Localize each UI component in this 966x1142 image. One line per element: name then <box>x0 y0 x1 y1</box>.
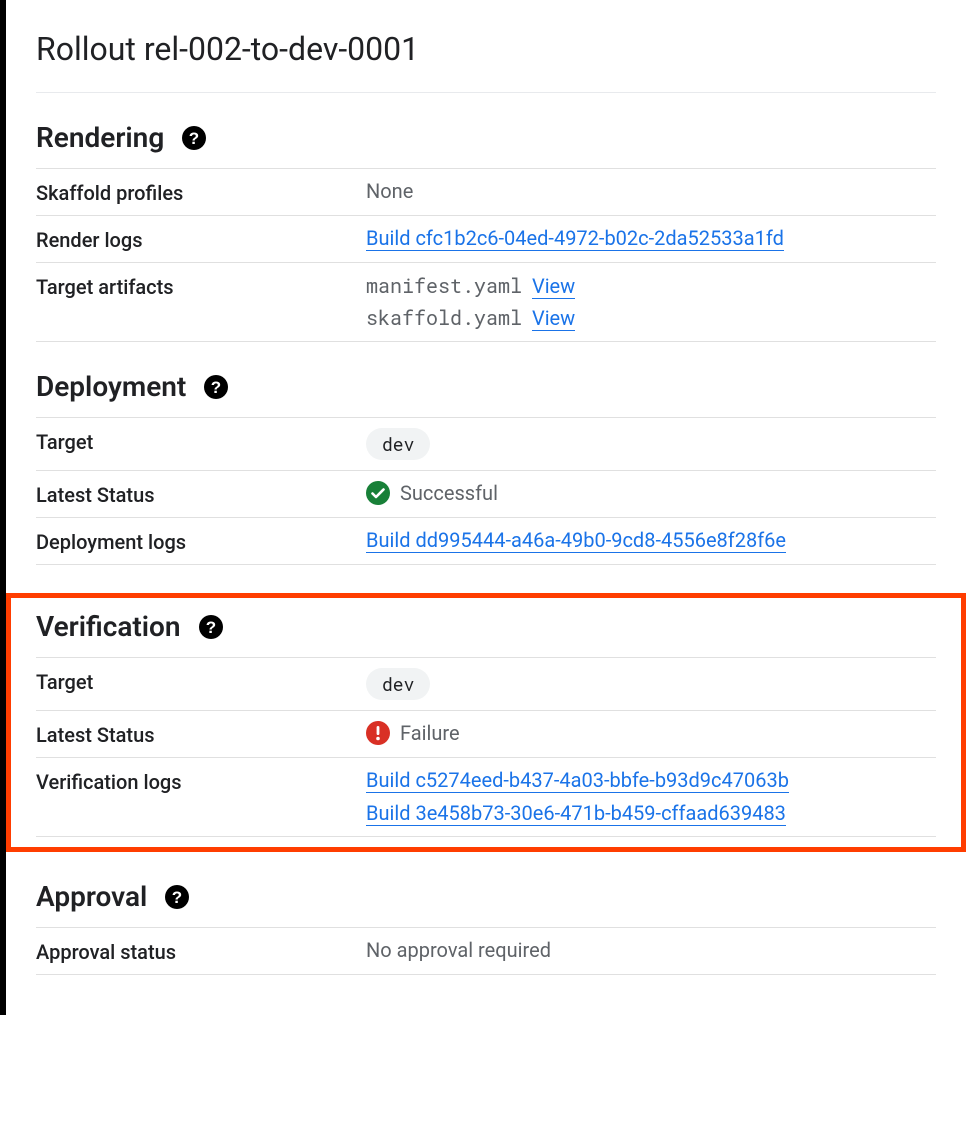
artifact-item: manifest.yaml View <box>366 273 936 299</box>
svg-text:?: ? <box>205 618 215 637</box>
verification-section: Verification ? Target dev Latest Status <box>36 610 936 837</box>
render-logs-label: Render logs <box>36 226 366 252</box>
approval-status-row: Approval status No approval required <box>36 928 936 975</box>
artifact-filename: manifest.yaml <box>366 273 522 299</box>
svg-text:?: ? <box>172 888 182 907</box>
approval-heading: Approval <box>36 880 147 913</box>
approval-status-label: Approval status <box>36 938 366 964</box>
deployment-logs-row: Deployment logs Build dd995444-a46a-49b0… <box>36 518 936 565</box>
verification-target-pill: dev <box>366 668 430 700</box>
help-icon[interactable]: ? <box>182 126 206 150</box>
help-icon[interactable]: ? <box>204 375 228 399</box>
verification-log-link[interactable]: Build c5274eed-b437-4a03-bbfe-b93d9c4706… <box>366 768 789 793</box>
verification-status-row: Latest Status Failure <box>36 711 936 758</box>
rendering-section: Rendering ? Skaffold profiles None Rende… <box>36 121 936 342</box>
deployment-target-row: Target dev <box>36 418 936 471</box>
deployment-status-value: Successful <box>400 481 498 505</box>
target-artifacts-row: Target artifacts manifest.yaml View skaf… <box>36 263 936 342</box>
verification-highlight-box: Verification ? Target dev Latest Status <box>6 593 966 852</box>
deployment-section: Deployment ? Target dev Latest Status Su… <box>36 370 936 565</box>
verification-status-label: Latest Status <box>36 721 366 747</box>
deployment-logs-label: Deployment logs <box>36 528 366 554</box>
deployment-status-label: Latest Status <box>36 481 366 507</box>
page-title: Rollout rel-002-to-dev-0001 <box>36 20 936 93</box>
verification-target-label: Target <box>36 668 366 694</box>
deployment-target-pill: dev <box>366 428 430 460</box>
render-logs-row: Render logs Build cfc1b2c6-04ed-4972-b02… <box>36 216 936 263</box>
deployment-status-row: Latest Status Successful <box>36 471 936 518</box>
success-icon <box>366 481 390 505</box>
artifact-view-link[interactable]: View <box>532 306 575 331</box>
target-artifacts-label: Target artifacts <box>36 273 366 299</box>
deployment-heading: Deployment <box>36 370 186 403</box>
rendering-heading: Rendering <box>36 121 164 154</box>
artifact-item: skaffold.yaml View <box>366 305 936 331</box>
svg-text:?: ? <box>211 378 221 397</box>
skaffold-profiles-row: Skaffold profiles None <box>36 169 936 216</box>
verification-target-row: Target dev <box>36 658 936 711</box>
svg-text:?: ? <box>189 129 199 148</box>
artifact-filename: skaffold.yaml <box>366 305 522 331</box>
approval-status-value: No approval required <box>366 938 936 962</box>
verification-status-value: Failure <box>400 721 460 745</box>
verification-logs-row: Verification logs Build c5274eed-b437-4a… <box>36 758 936 837</box>
help-icon[interactable]: ? <box>199 615 223 639</box>
verification-heading: Verification <box>36 610 181 643</box>
verification-logs-label: Verification logs <box>36 768 366 794</box>
verification-log-link[interactable]: Build 3e458b73-30e6-471b-b459-cffaad6394… <box>366 801 786 826</box>
render-logs-link[interactable]: Build cfc1b2c6-04ed-4972-b02c-2da52533a1… <box>366 226 784 251</box>
approval-section: Approval ? Approval status No approval r… <box>36 880 936 975</box>
deployment-target-label: Target <box>36 428 366 454</box>
help-icon[interactable]: ? <box>165 885 189 909</box>
skaffold-profiles-label: Skaffold profiles <box>36 179 366 205</box>
failure-icon <box>366 721 390 745</box>
skaffold-profiles-value: None <box>366 179 936 203</box>
artifact-view-link[interactable]: View <box>532 274 575 299</box>
deployment-logs-link[interactable]: Build dd995444-a46a-49b0-9cd8-4556e8f28f… <box>366 528 786 553</box>
